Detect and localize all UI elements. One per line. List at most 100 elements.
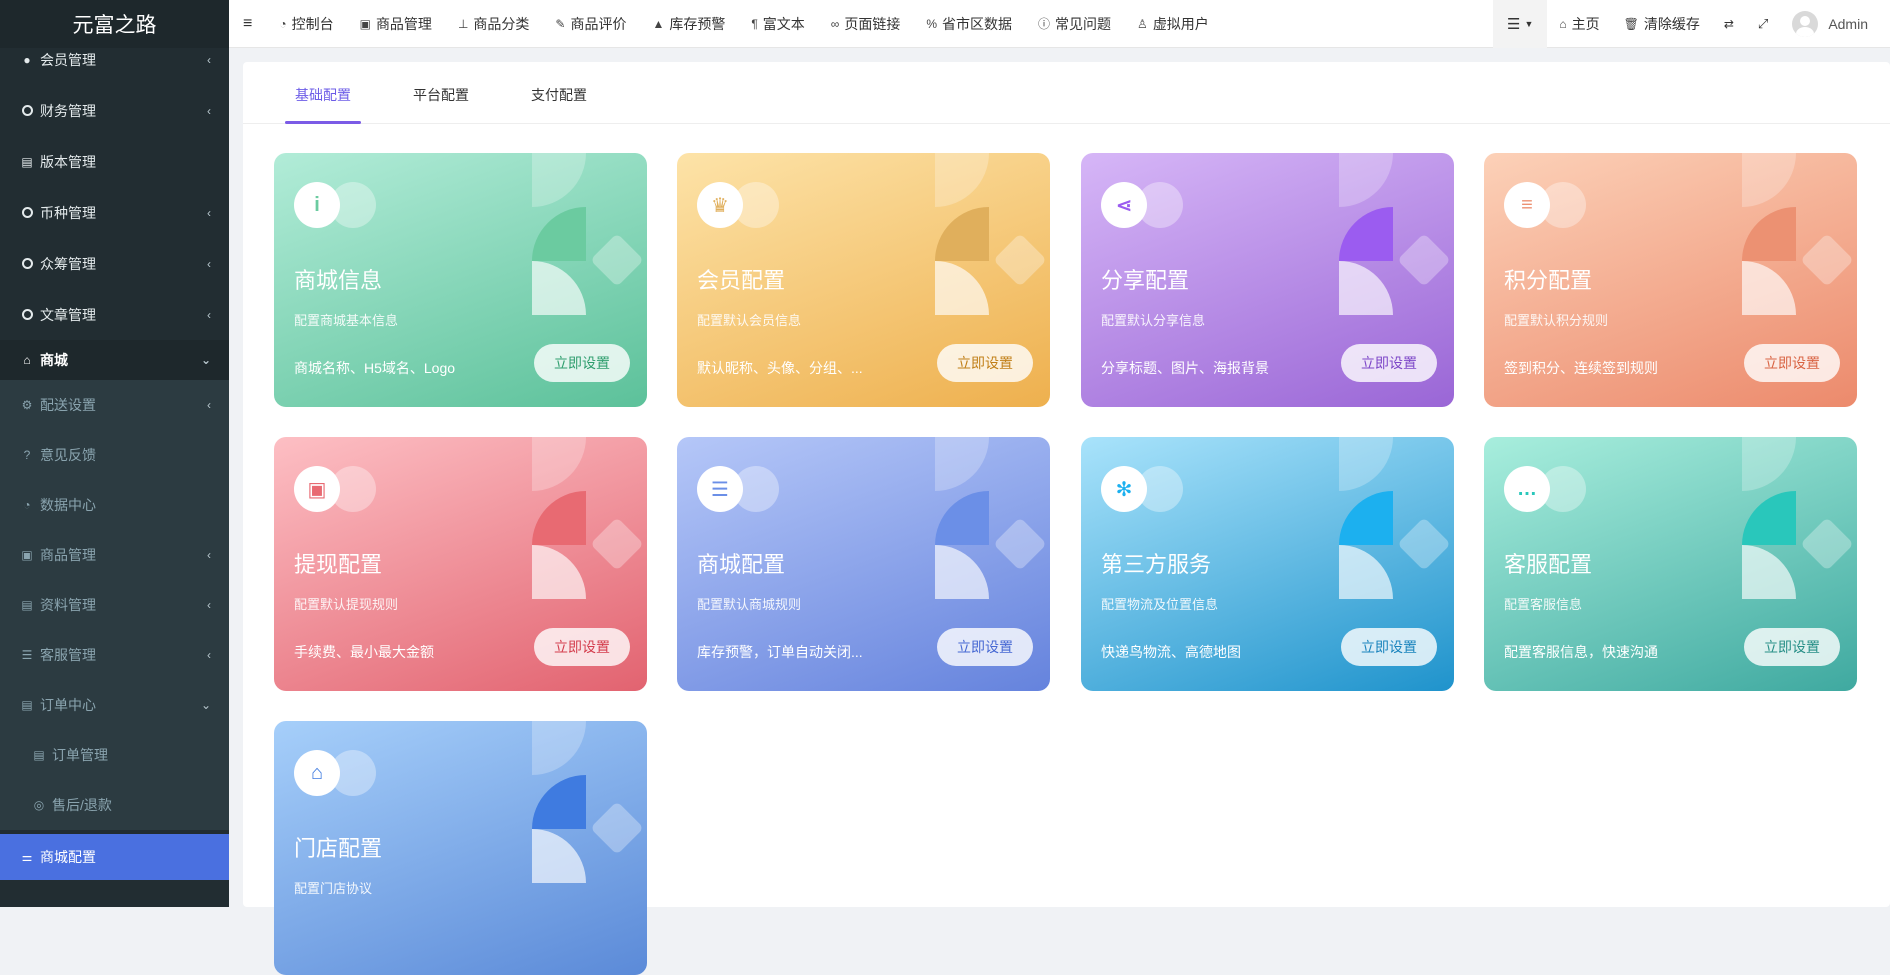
top-nav-link[interactable]: ▣ 商品管理 [347,0,445,48]
gears-icon: ⚙ [21,398,33,412]
deco-diamond [590,517,644,571]
card-title: 积分配置 [1504,268,1593,293]
deco-shape [1339,437,1393,491]
caret-down-icon: ▼ [1524,19,1534,29]
top-nav-link[interactable]: ▲ 库存预警 [639,0,738,48]
clear-cache-link[interactable]: 🗑 清除缓存 [1612,0,1712,48]
card-description: 配置默认商城规则 [697,597,802,612]
circle-icon [20,257,34,271]
config-card[interactable]: … 客服配置 配置客服信息 配置客服信息，快速沟通 立即设置 [1484,437,1857,691]
fullscreen-button[interactable]: ⤢ [1746,0,1780,48]
sidebar-item-label: 币种管理 [40,204,96,221]
config-card[interactable]: ⌂ 门店配置 配置门店协议 [274,721,647,975]
sidebar-item-label: 商城配置 [40,849,96,865]
config-card[interactable]: ≡ 积分配置 配置默认积分规则 签到积分、连续签到规则 立即设置 [1484,153,1857,407]
sidebar-item[interactable]: ◔ 数据中心 [0,480,229,530]
edit-icon: ✎ [555,16,566,31]
card-description: 配置物流及位置信息 [1101,597,1219,612]
tab-platform-config[interactable]: 平台配置 [403,85,479,123]
deco-diamond [590,801,644,855]
top-nav-link[interactable]: ⓘ 常见问题 [1025,0,1124,48]
top-nav-label: 富文本 [762,15,805,32]
user-menu[interactable]: Admin [1780,0,1890,48]
top-nav-link[interactable]: ⊥ 商品分类 [445,0,542,48]
card-decoration [935,437,1050,607]
circle-icon [20,104,34,118]
tab-payment-config[interactable]: 支付配置 [521,85,597,123]
deco-diamond [993,233,1047,287]
sidebar-item[interactable]: 众筹管理 ‹ [0,238,229,289]
sidebar-item[interactable]: ● 会员管理 ‹ [0,34,229,85]
setup-now-button[interactable]: 立即设置 [937,344,1033,382]
top-nav-link[interactable]: ◔ 控制台 [266,0,346,48]
circle-icon [20,308,34,322]
archive-icon: ▣ [21,548,33,562]
sidebar-item[interactable]: ⚌ 商城配置 [0,834,229,880]
clear-cache-label: 清除缓存 [1643,16,1700,32]
menu-dropdown-button[interactable]: ☰ ▼ [1492,0,1548,48]
sidebar-item[interactable]: ⌂ 商城 ⌄ [0,340,229,380]
card-description: 配置门店协议 [294,881,373,896]
card-decoration [532,437,647,607]
tab-basic-config[interactable]: 基础配置 [285,85,361,124]
home-link[interactable]: ⌂ 主页 [1547,0,1611,48]
top-nav-label: 商品管理 [375,15,432,32]
setup-now-button[interactable]: 立即设置 [1341,344,1437,382]
config-card[interactable]: ☰ 商城配置 配置默认商城规则 库存预警，订单自动关闭... 立即设置 [677,437,1050,691]
setup-now-button[interactable]: 立即设置 [534,628,630,666]
sidebar-item-label: 意见反馈 [40,447,96,463]
top-nav-link[interactable]: ¶ 富文本 [738,0,817,48]
sidebar-submenu: ⚙ 配送设置 ‹ ? 意见反馈 ◔ 数据中心 ▣ 商品管理 ‹ ▤ 资料管理 ‹ ☰ 客服管理 ‹ ▤ 订单中心 ⌄… [0,380,229,830]
top-nav-link[interactable]: ∞ 页面链接 [818,0,914,48]
setup-now-button[interactable]: 立即设置 [1744,344,1840,382]
card-title: 分享配置 [1101,268,1190,293]
sidebar-item[interactable]: 币种管理 ‹ [0,187,229,238]
card-description: 配置默认积分规则 [1504,313,1609,328]
top-nav-link[interactable]: ♙ 虚拟用户 [1124,0,1222,48]
config-card[interactable]: ♛ 会员配置 配置默认会员信息 默认昵称、头像、分组、... 立即设置 [677,153,1050,407]
sidebar: 元富之路 ● 会员管理 ‹ 财务管理 ‹ ▤ 版本管理 币种管理 ‹ 众筹管理 ‹ 文章管理 ‹ ⌂ 商城 ⌄… [0,0,229,907]
sidebar-item-label: 售后/退款 [52,797,112,813]
sidebar-item[interactable]: ▤ 版本管理 [0,136,229,187]
sidebar-item[interactable]: ▣ 商品管理 ‹ [0,530,229,580]
sidebar-item-label: 配送设置 [40,397,96,413]
home-label: 主页 [1571,16,1600,32]
card-decoration [1339,437,1454,607]
dashboard-icon: ◔ [279,16,287,31]
eye-icon: ◎ [33,798,45,812]
chevron-left-icon: ‹ [207,598,211,612]
sidebar-item[interactable]: ? 意见反馈 [0,430,229,480]
sidebar-item[interactable]: 文章管理 ‹ [0,289,229,340]
top-nav-link[interactable]: ✎ 商品评价 [542,0,639,48]
sidebar-item[interactable]: 财务管理 ‹ [0,85,229,136]
config-card[interactable]: ⋖ 分享配置 配置默认分享信息 分享标题、图片、海报背景 立即设置 [1081,153,1454,407]
config-card[interactable]: ▣ 提现配置 配置默认提现规则 手续费、最小最大金额 立即设置 [274,437,647,691]
config-tabs: 基础配置 平台配置 支付配置 [243,62,1890,124]
card-footer-text: 分享标题、图片、海报背景 [1101,360,1269,376]
setup-now-button[interactable]: 立即设置 [1341,628,1437,666]
deco-shape [532,721,586,775]
crown-icon: ♛ [697,182,743,228]
setup-now-button[interactable]: 立即设置 [534,344,630,382]
setup-now-button[interactable]: 立即设置 [937,628,1033,666]
sidebar-item[interactable]: ☰ 客服管理 ‹ [0,630,229,680]
sidebar-toggle-button[interactable]: ≡ [229,0,266,48]
sidebar-item[interactable]: ▤ 订单中心 ⌄ [0,680,229,730]
top-nav-label: 常见问题 [1055,15,1112,32]
home-icon: ⌂ [23,353,31,367]
deco-shape [1742,491,1796,545]
top-nav-link[interactable]: % 省市区数据 [913,0,1025,48]
setup-now-button[interactable]: 立即设置 [1744,628,1840,666]
sidebar-item[interactable]: ▤ 资料管理 ‹ [0,580,229,630]
sidebar-item[interactable]: ⚙ 配送设置 ‹ [0,380,229,430]
sidebar-item[interactable]: ▤ 订单管理 [0,730,229,780]
config-card[interactable]: i 商城信息 配置商城基本信息 商城名称、H5域名、Logo 立即设置 [274,153,647,407]
sidebar-item[interactable]: ◎ 售后/退款 [0,780,229,830]
chevron-left-icon: ‹ [207,52,211,67]
card-footer-text: 签到积分、连续签到规则 [1504,360,1658,376]
top-nav-label: 省市区数据 [942,15,1013,32]
config-card[interactable]: ✻ 第三方服务 配置物流及位置信息 快递鸟物流、高德地图 立即设置 [1081,437,1454,691]
deco-shape [532,491,586,545]
sitemap-icon: ⊥ [457,16,469,31]
translate-button[interactable]: ⇄ [1712,0,1746,48]
